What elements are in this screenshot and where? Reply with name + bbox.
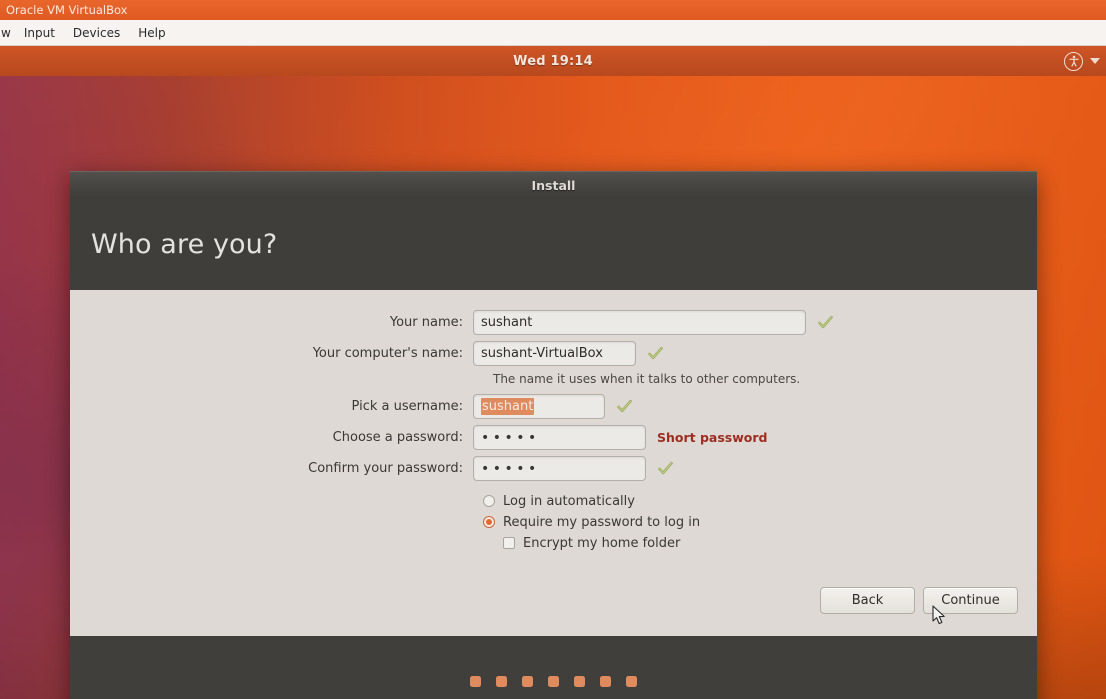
installer-window-title: Install	[531, 178, 576, 193]
installer-dialog: Install Who are you? Your name: sushant	[70, 171, 1037, 699]
your-name-input[interactable]: sushant	[473, 310, 806, 335]
green-check-icon	[657, 460, 674, 477]
radio-require-password[interactable]	[483, 516, 495, 528]
universal-access-icon[interactable]	[1064, 51, 1083, 71]
progress-dot	[548, 676, 559, 687]
option-require-password[interactable]: Require my password to log in	[483, 512, 1037, 532]
confirm-password-input[interactable]: •••••	[473, 456, 646, 481]
installer-footer-progress	[70, 636, 1037, 699]
continue-button[interactable]: Continue	[923, 587, 1018, 614]
computer-name-hint: The name it uses when it talks to other …	[493, 372, 801, 386]
option-require-password-label: Require my password to log in	[503, 514, 701, 530]
option-login-automatically-label: Log in automatically	[503, 493, 635, 509]
computer-name-hint-row: The name it uses when it talks to other …	[70, 372, 1037, 386]
radio-login-automatically[interactable]	[483, 495, 495, 507]
computer-name-input[interactable]: sushant-VirtualBox	[473, 341, 636, 366]
your-name-label: Your name:	[389, 315, 463, 330]
form-row-your-name: Your name: sushant	[70, 310, 1037, 335]
username-input[interactable]: sushant	[473, 394, 605, 419]
progress-dot	[574, 676, 585, 687]
checkbox-encrypt-home-folder[interactable]	[503, 537, 515, 549]
panel-clock[interactable]: Wed 19:14	[513, 54, 593, 69]
installer-body: Your name: sushant Your computer's name:	[70, 290, 1037, 636]
guest-screen: Wed 19:14 Install Who are you? Your name…	[0, 46, 1106, 699]
progress-dot	[496, 676, 507, 687]
vbox-window-titlebar: Oracle VM VirtualBox	[0, 0, 1106, 20]
computer-name-value: sushant-VirtualBox	[481, 346, 603, 361]
password-strength-warning: Short password	[657, 430, 768, 445]
installer-titlebar: Install	[70, 171, 1037, 199]
vbox-window-title: Oracle VM VirtualBox	[6, 3, 128, 17]
option-encrypt-home-folder-label: Encrypt my home folder	[523, 535, 681, 551]
menu-item-devices[interactable]: Devices	[64, 23, 129, 43]
password-label: Choose a password:	[332, 430, 463, 445]
green-check-icon	[616, 398, 633, 415]
hint-spacer	[70, 372, 483, 386]
user-setup-form: Your name: sushant Your computer's name:	[70, 290, 1037, 554]
back-button[interactable]: Back	[820, 587, 915, 614]
password-input[interactable]: •••••	[473, 425, 646, 450]
progress-dot	[522, 676, 533, 687]
progress-dot	[626, 676, 637, 687]
progress-dot	[470, 676, 481, 687]
form-row-computer-name: Your computer's name: sushant-VirtualBox	[70, 341, 1037, 366]
menu-item-help[interactable]: Help	[129, 23, 174, 43]
option-login-automatically[interactable]: Log in automatically	[483, 491, 1037, 511]
green-check-icon	[817, 314, 834, 331]
username-label: Pick a username:	[351, 399, 463, 414]
your-name-value: sushant	[481, 315, 533, 330]
form-row-confirm-password: Confirm your password: •••••	[70, 456, 1037, 481]
password-value: •••••	[481, 429, 540, 446]
installer-header: Who are you?	[70, 199, 1037, 290]
menu-item-view-clipped[interactable]: w	[0, 23, 15, 43]
ubuntu-top-panel: Wed 19:14	[0, 46, 1106, 76]
menu-item-input[interactable]: Input	[15, 23, 64, 43]
chevron-down-icon[interactable]	[1090, 58, 1100, 64]
page-title: Who are you?	[91, 229, 278, 260]
form-row-username: Pick a username: sushant	[70, 394, 1037, 419]
username-value: sushant	[481, 398, 535, 415]
green-check-icon	[647, 345, 664, 362]
progress-dot	[600, 676, 611, 687]
confirm-password-label: Confirm your password:	[308, 461, 463, 476]
option-encrypt-home-folder[interactable]: Encrypt my home folder	[483, 533, 1037, 553]
dialog-buttons: Back Continue	[820, 587, 1018, 614]
vbox-menubar: w Input Devices Help	[0, 20, 1106, 46]
confirm-password-value: •••••	[481, 460, 540, 477]
login-options-group: Log in automatically Require my password…	[473, 491, 1037, 553]
computer-name-label: Your computer's name:	[312, 346, 463, 361]
panel-indicators	[1064, 46, 1100, 76]
form-row-password: Choose a password: ••••• Short password	[70, 425, 1037, 450]
